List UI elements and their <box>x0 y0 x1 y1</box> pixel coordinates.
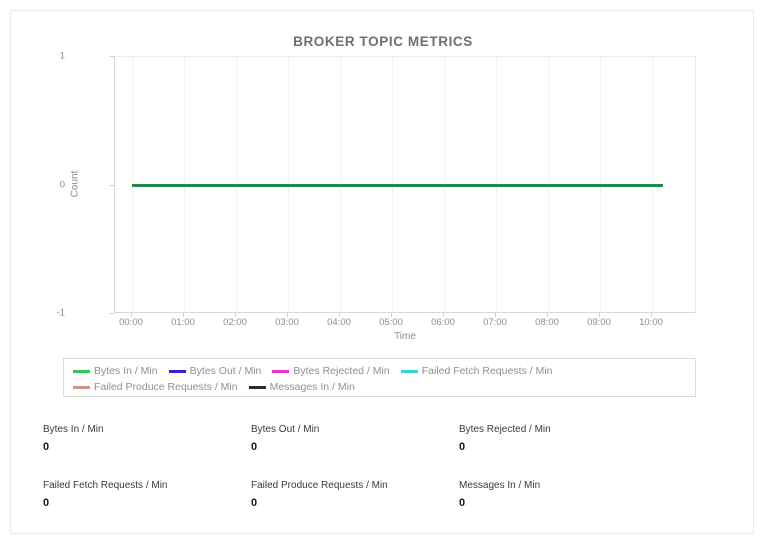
legend-row: Bytes In / Min Bytes Out / Min Bytes Rejec… <box>73 364 686 378</box>
series-line <box>132 184 663 187</box>
y-tick-mark <box>110 313 114 314</box>
x-tick-label: 02:00 <box>223 317 247 328</box>
metric-card: Messages In / Min 0 <box>427 479 635 535</box>
dashboard-panel: BROKER TOPIC METRICS Count 00:00 01:00 02:… <box>10 10 754 534</box>
legend-label: Messages In / Min <box>270 381 355 393</box>
metric-card-value: 0 <box>43 440 219 454</box>
x-tick-label: 03:00 <box>275 317 299 328</box>
metric-card-value: 0 <box>43 496 219 510</box>
metric-card-value: 0 <box>251 496 427 510</box>
plot-area <box>114 56 696 313</box>
legend-label: Bytes Rejected / Min <box>293 365 389 377</box>
legend-row: Failed Produce Requests / Min Messages In… <box>73 380 686 394</box>
y-tick-mark <box>110 56 114 57</box>
x-tick-label: 01:00 <box>171 317 195 328</box>
metric-card-value: 0 <box>251 440 427 454</box>
y-tick-label: -1 <box>57 308 65 319</box>
legend-label: Bytes Out / Min <box>190 365 262 377</box>
legend-item[interactable]: Bytes In / Min <box>73 365 158 377</box>
metric-card: Bytes In / Min 0 <box>11 423 219 479</box>
metric-card: Failed Fetch Requests / Min 0 <box>11 479 219 535</box>
legend-color-swatch-icon <box>249 386 266 389</box>
legend-color-swatch-icon <box>73 370 90 373</box>
legend-item[interactable]: Failed Fetch Requests / Min <box>401 365 553 377</box>
chart-legend: Bytes In / Min Bytes Out / Min Bytes Rejec… <box>63 358 696 397</box>
metric-card-row: Bytes In / Min0Bytes Out / Min0Bytes Rej… <box>11 423 755 479</box>
y-tick-label: 1 <box>60 51 65 62</box>
x-tick-label: 07:00 <box>483 317 507 328</box>
legend-label: Failed Produce Requests / Min <box>94 381 238 393</box>
metric-card-label: Bytes In / Min <box>43 423 219 436</box>
metric-card-value: 0 <box>459 496 635 510</box>
legend-label: Failed Fetch Requests / Min <box>422 365 553 377</box>
x-tick-label: 08:00 <box>535 317 559 328</box>
x-tick-label: 10:00 <box>639 317 663 328</box>
legend-item[interactable]: Failed Produce Requests / Min <box>73 381 238 393</box>
legend-color-swatch-icon <box>401 370 418 373</box>
x-tick-label: 05:00 <box>379 317 403 328</box>
x-tick-label: 04:00 <box>327 317 351 328</box>
y-axis-label: Count <box>70 171 81 198</box>
y-tick-label: 0 <box>60 179 65 190</box>
metric-card-label: Bytes Out / Min <box>251 423 427 436</box>
legend-item[interactable]: Bytes Rejected / Min <box>272 365 389 377</box>
broker-topic-metrics-chart: BROKER TOPIC METRICS Count 00:00 01:00 02:… <box>11 11 755 401</box>
legend-color-swatch-icon <box>169 370 186 373</box>
y-tick-mark <box>110 185 114 186</box>
legend-color-swatch-icon <box>272 370 289 373</box>
metric-card: Bytes Rejected / Min 0 <box>427 423 635 479</box>
chart-title: BROKER TOPIC METRICS <box>11 34 755 49</box>
x-tick-label: 00:00 <box>119 317 143 328</box>
legend-item[interactable]: Bytes Out / Min <box>169 365 262 377</box>
metric-card-label: Messages In / Min <box>459 479 635 492</box>
x-tick-label: 09:00 <box>587 317 611 328</box>
x-tick-label: 06:00 <box>431 317 455 328</box>
metric-card-value: 0 <box>459 440 635 454</box>
legend-item[interactable]: Messages In / Min <box>249 381 355 393</box>
metric-card-row: Failed Fetch Requests / Min0Failed Produ… <box>11 479 755 535</box>
metric-card: Bytes Out / Min 0 <box>219 423 427 479</box>
metric-card-label: Bytes Rejected / Min <box>459 423 635 436</box>
legend-color-swatch-icon <box>73 386 90 389</box>
metric-card-label: Failed Produce Requests / Min <box>251 479 427 492</box>
metric-card: Failed Produce Requests / Min 0 <box>219 479 427 535</box>
legend-label: Bytes In / Min <box>94 365 158 377</box>
x-axis-label: Time <box>114 331 696 342</box>
metric-summary-cards: Bytes In / Min0Bytes Out / Min0Bytes Rej… <box>11 423 755 535</box>
metric-card-label: Failed Fetch Requests / Min <box>43 479 219 492</box>
